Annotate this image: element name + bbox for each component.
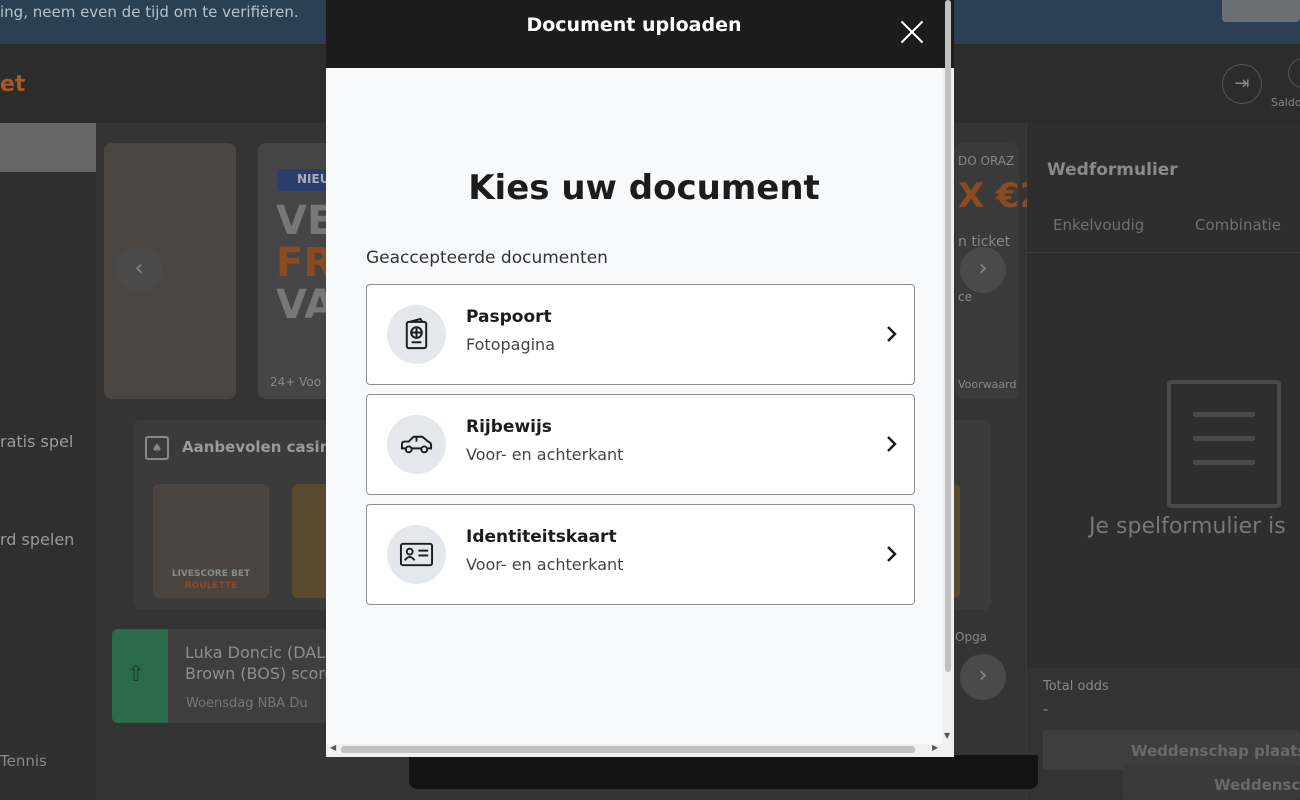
new-badge: NIEU <box>277 169 329 191</box>
sidebar-item-active[interactable] <box>0 123 96 172</box>
document-option-driving-license[interactable]: Rijbewijs Voor- en achterkant <box>366 394 915 495</box>
scroll-down-arrow-icon[interactable]: ▼ <box>944 731 950 740</box>
document-option-subtitle: Voor- en achterkant <box>466 445 624 464</box>
passport-icon <box>387 305 446 364</box>
carousel-next-button[interactable]: › <box>960 247 1006 293</box>
promo-footnote: 24+ Voo <box>270 375 322 389</box>
document-option-subtitle: Fotopagina <box>466 335 555 354</box>
horizontal-scrollbar-thumb[interactable] <box>341 746 915 753</box>
place-bet-label-2: Weddensch <box>1214 776 1300 794</box>
chevron-right-icon <box>887 436 897 452</box>
betslip-empty-text: Je spelformulier is <box>1089 514 1286 539</box>
page-title: Kies uw document <box>468 168 820 208</box>
betslip-title: Wedformulier <box>1047 160 1178 180</box>
sidebar-item-play-standard[interactable]: rd spelen <box>0 530 74 549</box>
car-icon <box>387 415 446 474</box>
modal-body: Kies uw document Geaccepteerde documente… <box>326 68 942 744</box>
rocket-icon: ⇧ <box>126 662 146 687</box>
chevron-right-icon <box>887 546 897 562</box>
receipt-icon-line <box>1193 460 1255 465</box>
sidebar-item-free-game[interactable]: ratis spel <box>0 432 73 451</box>
chevron-right-icon <box>887 326 897 342</box>
modal-header: Document uploaden <box>326 0 954 68</box>
bet-right-tag: Opga <box>955 630 988 644</box>
vertical-scrollbar-thumb[interactable] <box>945 0 951 672</box>
tab-divider <box>1027 252 1300 253</box>
scroll-right-arrow-icon[interactable]: ▶ <box>932 743 938 752</box>
document-option-title: Identiteitskaart <box>466 527 617 547</box>
promo-right-footnote: Voorwaard <box>958 378 1017 391</box>
promo-right-top: DO ORAZ <box>958 154 1015 168</box>
recommended-casino-title: Aanbevolen casino <box>182 438 341 456</box>
logout-icon[interactable]: ⇥ <box>1222 64 1262 104</box>
tab-combination[interactable]: Combinatie <box>1195 216 1281 234</box>
sidebar <box>0 123 96 800</box>
cards-icon: ♠ <box>145 436 169 460</box>
scroll-left-arrow-icon[interactable]: ◀ <box>330 743 336 752</box>
game-tile-label: LIVESCORE BET ROULETTE <box>153 568 269 592</box>
document-upload-modal: Document uploaden Kies uw document Geacc… <box>326 0 954 757</box>
sidebar-item-tennis[interactable]: Tennis <box>0 752 47 770</box>
accepted-documents-label: Geaccepteerde documenten <box>366 248 608 268</box>
carousel-prev-button[interactable]: ‹ <box>116 247 162 293</box>
close-icon[interactable] <box>894 14 930 50</box>
verification-notice-text: ing, neem even de tijd om te verifiëren. <box>0 3 299 21</box>
document-option-passport[interactable]: Paspoort Fotopagina <box>366 284 915 385</box>
saldo-label: Saldo <box>1271 96 1300 109</box>
document-option-subtitle: Voor- en achterkant <box>466 555 624 574</box>
bottom-bar <box>409 755 1038 789</box>
total-odds-label: Total odds <box>1043 679 1109 694</box>
document-option-id-card[interactable]: Identiteitskaart Voor- en achterkant <box>366 504 915 605</box>
receipt-icon <box>1167 380 1281 508</box>
bet-carousel-next-button[interactable]: › <box>960 654 1006 700</box>
bet-suggestion-line-2: Brown (BOS) score <box>185 664 335 683</box>
promo-right-line2: ce <box>958 290 972 304</box>
place-bet-label: Weddenschap plaatse <box>1131 742 1300 760</box>
game-label-brand: LIVESCORE BET <box>171 569 251 579</box>
document-option-title: Rijbewijs <box>466 417 552 437</box>
verify-button[interactable] <box>1222 0 1300 22</box>
id-card-icon <box>387 525 446 584</box>
receipt-icon-line <box>1193 412 1255 417</box>
tab-single[interactable]: Enkelvoudig <box>1053 216 1144 234</box>
site-logo[interactable]: et <box>0 72 25 97</box>
total-odds-value: - <box>1043 700 1049 718</box>
bet-suggestion-line-1: Luka Doncic (DAL) <box>185 643 332 662</box>
receipt-icon-line <box>1193 436 1255 441</box>
document-option-title: Paspoort <box>466 307 552 327</box>
game-label-name: ROULETTE <box>184 581 238 591</box>
modal-title: Document uploaden <box>526 14 742 36</box>
bet-suggestion-subtitle: Woensdag NBA Du <box>186 696 308 711</box>
